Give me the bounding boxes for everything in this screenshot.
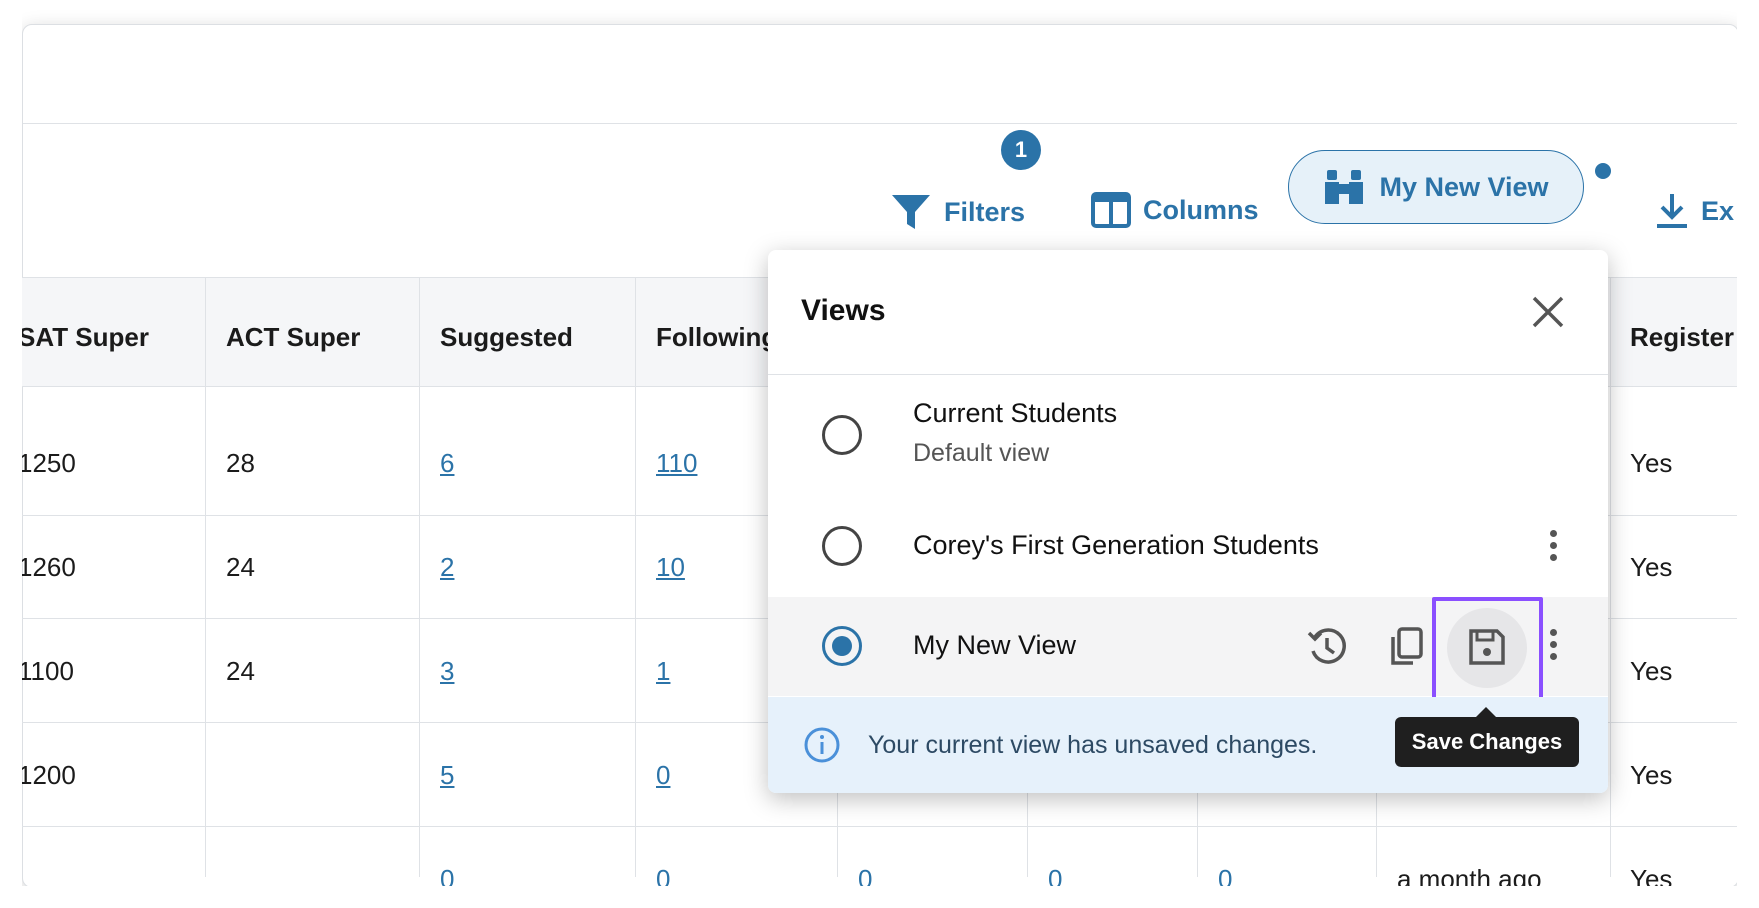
- cell-act: 28: [226, 448, 255, 478]
- info-icon: [804, 727, 840, 763]
- filters-button[interactable]: Filters: [890, 192, 1025, 232]
- cell-following-link[interactable]: 110: [656, 448, 697, 479]
- col-header-suggested[interactable]: Suggested: [440, 322, 573, 353]
- view-item-name[interactable]: Corey's First Generation Students: [913, 530, 1319, 561]
- column-divider: [419, 277, 420, 877]
- column-divider: [1610, 277, 1611, 877]
- save-button-highlight: [1432, 597, 1543, 704]
- filters-label: Filters: [944, 196, 1026, 227]
- save-changes-tooltip: Save Changes: [1395, 707, 1579, 767]
- cell-act: 24: [226, 656, 255, 686]
- cell-sat: 1250: [18, 448, 76, 478]
- radio-current-students[interactable]: [822, 415, 862, 455]
- current-view-button[interactable]: My New View: [1288, 150, 1584, 224]
- cell-registered: Yes: [1630, 760, 1673, 790]
- cell-sat: 1100: [18, 656, 74, 686]
- more-options-icon[interactable]: [1538, 526, 1568, 566]
- export-label: Ex: [1701, 195, 1735, 226]
- history-icon[interactable]: [1303, 623, 1351, 671]
- page-bottom-margin: [0, 886, 1759, 908]
- unsaved-changes-text: Your current view has unsaved changes.: [868, 731, 1318, 759]
- view-item-name[interactable]: Current Students: [913, 398, 1117, 429]
- panel-divider: [768, 374, 1608, 375]
- radio-first-generation[interactable]: [822, 526, 862, 566]
- more-options-icon[interactable]: [1538, 625, 1568, 665]
- current-view-label: My New View: [1379, 171, 1549, 202]
- column-divider: [205, 277, 206, 877]
- views-panel-title: Views: [801, 294, 886, 327]
- close-icon[interactable]: [1528, 292, 1568, 332]
- col-header-following[interactable]: Following: [656, 322, 777, 353]
- cell-suggested-link[interactable]: 2: [440, 552, 454, 583]
- cell-registered: Yes: [1630, 552, 1673, 582]
- cell-following-link[interactable]: 1: [656, 656, 670, 687]
- cell-suggested-link[interactable]: 5: [440, 760, 454, 791]
- cell-registered: Yes: [1630, 656, 1673, 686]
- col-header-registered[interactable]: Register: [1630, 322, 1734, 353]
- copy-icon[interactable]: [1383, 623, 1431, 671]
- export-button[interactable]: Ex: [1655, 192, 1734, 230]
- filter-icon: [892, 195, 930, 229]
- row-divider: [22, 826, 1737, 827]
- view-item-subtitle: Default view: [913, 439, 1050, 467]
- cell-suggested-link[interactable]: 6: [440, 448, 454, 479]
- col-header-act[interactable]: ACT Super: [226, 322, 360, 353]
- radio-my-new-view[interactable]: [822, 626, 862, 666]
- cell-following-link[interactable]: 0: [656, 760, 670, 791]
- filters-count-badge: 1: [1001, 130, 1041, 170]
- page-right-margin: [1737, 0, 1759, 908]
- col-header-sat[interactable]: SAT Super: [18, 322, 149, 353]
- unsaved-indicator-dot: [1595, 163, 1611, 179]
- cell-act: 24: [226, 552, 255, 582]
- column-divider: [635, 277, 636, 877]
- cell-registered: Yes: [1630, 448, 1673, 478]
- cell-sat: 1200: [18, 760, 76, 790]
- columns-label: Columns: [1143, 194, 1259, 225]
- cell-sat: 1260: [18, 552, 76, 582]
- columns-icon: [1091, 192, 1131, 228]
- top-bar: [23, 25, 1738, 124]
- columns-button[interactable]: Columns: [1091, 192, 1259, 228]
- view-item-name[interactable]: My New View: [913, 630, 1076, 661]
- cell-following-link[interactable]: 10: [656, 552, 685, 583]
- binoculars-icon: [1325, 170, 1364, 204]
- download-icon: [1657, 194, 1687, 228]
- cell-suggested-link[interactable]: 3: [440, 656, 454, 687]
- page-left-margin: [0, 0, 22, 908]
